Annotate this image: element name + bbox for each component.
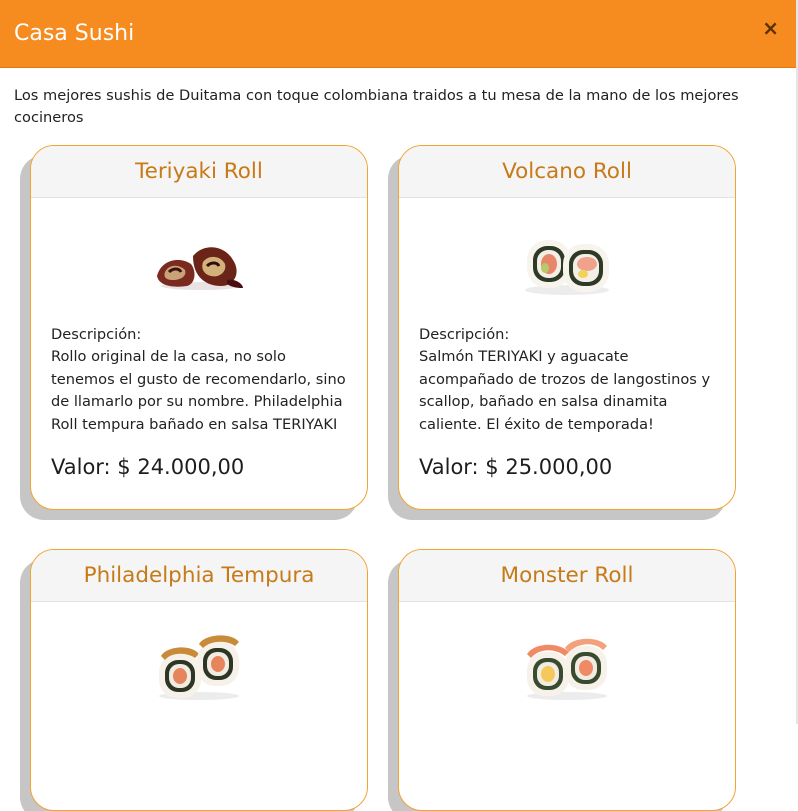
menu-card-philadelphia-tempura: Philadelphia Tempura (30, 549, 368, 811)
menu-card-volcano-roll: Volcano Roll Descripción: Salmón TERIYAK… (398, 145, 736, 510)
card-title: Teriyaki Roll (31, 146, 367, 198)
modal-header: Casa Sushi × (0, 0, 797, 68)
teriyaki-roll-image (157, 247, 243, 290)
price-label: Valor: $ 24.000,00 (51, 455, 245, 479)
description-text: Rollo original de la casa, no solo tenem… (51, 348, 346, 433)
card-title: Volcano Roll (399, 146, 735, 198)
card-title: Monster Roll (399, 550, 735, 602)
menu-card-teriyaki-roll: Teriyaki Roll Descripción: Rollo origina… (30, 145, 368, 510)
monster-roll-image (527, 638, 607, 700)
philadelphia-tempura-image (159, 635, 239, 700)
card-title: Philadelphia Tempura (31, 550, 367, 602)
modal-title: Casa Sushi (14, 21, 135, 46)
volcano-roll-image (525, 240, 609, 295)
menu-card-monster-roll: Monster Roll (398, 549, 736, 811)
description-text: Salmón TERIYAKI y aguacate acompañado de… (419, 348, 711, 433)
description-label: Descripción: (419, 326, 510, 343)
price-label: Valor: $ 25.000,00 (419, 455, 613, 479)
description-label: Descripción: (51, 326, 142, 343)
intro-text: Los mejores sushis de Duitama con toque … (14, 87, 739, 126)
close-button[interactable]: × (762, 18, 779, 38)
